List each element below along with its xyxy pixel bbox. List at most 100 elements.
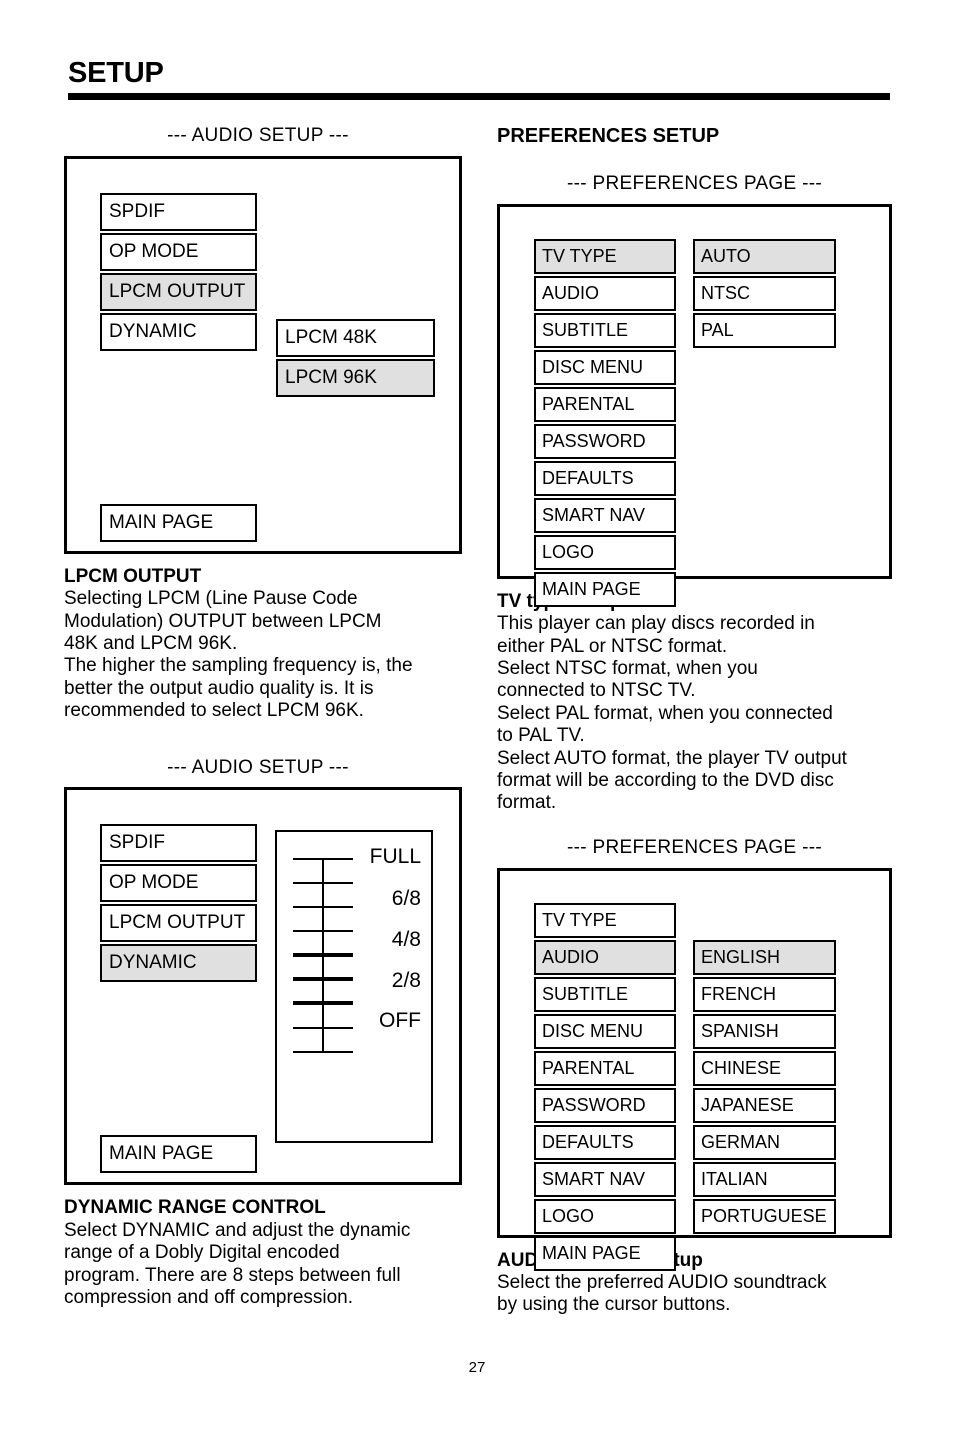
pref-option-french[interactable]: FRENCH	[693, 976, 836, 1012]
slider-label-6-8: 6/8	[391, 887, 421, 911]
pref-item-label: PARENTAL	[542, 1057, 635, 1078]
pref-option-german[interactable]: GERMAN	[693, 1124, 836, 1160]
lpcm-output-description: LPCM OUTPUT Selecting LPCM (Line Pause C…	[64, 566, 462, 723]
pref-option-auto[interactable]: AUTO	[693, 238, 836, 274]
preferences-1-left-menu: TV TYPE AUDIO SUBTITLE DISC MENU PARENTA…	[534, 238, 676, 609]
slider-tick-4	[293, 930, 353, 933]
menu-item-op-mode[interactable]: OP MODE	[100, 232, 257, 271]
menu-item-op-mode[interactable]: OP MODE	[100, 864, 257, 903]
pref-item-label: SUBTITLE	[542, 983, 629, 1004]
pref-item-disc-menu[interactable]: DISC MENU	[534, 1013, 676, 1049]
slider-tick-2	[293, 882, 353, 885]
menu-item-spdif[interactable]: SPDIF	[100, 192, 257, 231]
pref-item-smart-nav[interactable]: SMART NAV	[534, 1161, 676, 1197]
slider-label-off: OFF	[379, 1009, 421, 1033]
pref-item-logo[interactable]: LOGO	[534, 1198, 676, 1234]
pref-option-label: AUTO	[701, 245, 751, 266]
pref-item-label: SMART NAV	[542, 504, 646, 525]
tv-type-text: This player can play discs recorded in e…	[497, 613, 847, 814]
dynamic-range-heading: DYNAMIC RANGE CONTROL	[64, 1197, 326, 1219]
pref-option-spanish[interactable]: SPANISH	[693, 1013, 836, 1049]
pref-item-password[interactable]: PASSWORD	[534, 1087, 676, 1123]
main-page-button[interactable]: MAIN PAGE	[100, 1135, 257, 1174]
pref-item-smart-nav[interactable]: SMART NAV	[534, 497, 676, 533]
pref-option-japanese[interactable]: JAPANESE	[693, 1087, 836, 1123]
pref-item-label: DISC MENU	[542, 356, 644, 377]
pref-item-parental[interactable]: PARENTAL	[534, 386, 676, 422]
pref-item-label: SMART NAV	[542, 1168, 646, 1189]
dynamic-range-slider-panel: FULL 6/8 4/8 2/8 OFF	[275, 830, 433, 1144]
pref-item-label: TV TYPE	[542, 909, 617, 930]
pref-item-label: AUDIO	[542, 946, 600, 967]
menu-item-dynamic[interactable]: DYNAMIC	[100, 312, 257, 351]
menu-item-label: DYNAMIC	[109, 952, 197, 974]
menu-item-lpcm-48k[interactable]: LPCM 48K	[276, 318, 435, 357]
preferences-2-right-menu: ENGLISH FRENCH SPANISH CHINESE JAPANESE …	[693, 939, 836, 1236]
left-column: --- AUDIO SETUP --- SPDIF OP MODE LPCM O…	[64, 125, 462, 1309]
pref-item-tv-type[interactable]: TV TYPE	[534, 238, 676, 274]
tv-type-description: TV type setup This player can play discs…	[497, 591, 892, 815]
page-header: SETUP	[68, 58, 890, 101]
audio-setup-2-caption: --- AUDIO SETUP ---	[167, 756, 349, 778]
pref-item-subtitle[interactable]: SUBTITLE	[534, 312, 676, 348]
pref-item-main-page[interactable]: MAIN PAGE	[534, 1235, 676, 1271]
pref-option-ntsc[interactable]: NTSC	[693, 275, 836, 311]
pref-item-label: TV TYPE	[542, 245, 617, 266]
menu-item-lpcm-output[interactable]: LPCM OUTPUT	[100, 904, 257, 943]
page-number: 27	[468, 1359, 486, 1376]
menu-item-spdif[interactable]: SPDIF	[100, 824, 257, 863]
pref-option-english[interactable]: ENGLISH	[693, 939, 836, 975]
pref-item-defaults[interactable]: DEFAULTS	[534, 1124, 676, 1160]
pref-item-parental[interactable]: PARENTAL	[534, 1050, 676, 1086]
audio-setup-1-caption: --- AUDIO SETUP ---	[167, 125, 349, 146]
pref-item-tv-type[interactable]: TV TYPE	[534, 902, 676, 938]
pref-item-label: PARENTAL	[542, 393, 635, 414]
preferences-setup-heading: PREFERENCES SETUP	[497, 125, 720, 147]
menu-item-lpcm-output[interactable]: LPCM OUTPUT	[100, 272, 257, 311]
right-column: PREFERENCES SETUP --- PREFERENCES PAGE -…	[497, 125, 892, 1317]
pref-item-main-page[interactable]: MAIN PAGE	[534, 571, 676, 607]
lpcm-output-text: Selecting LPCM (Line Pause Code Modulati…	[64, 588, 413, 722]
main-page-button[interactable]: MAIN PAGE	[100, 503, 257, 542]
audio-setup-screen-2: SPDIF OP MODE LPCM OUTPUT DYNAMIC FULL 6…	[64, 787, 462, 1186]
pref-option-portuguese[interactable]: PORTUGUESE	[693, 1198, 836, 1234]
slider-tick-1	[293, 858, 353, 861]
pref-item-label: DEFAULTS	[542, 467, 634, 488]
menu-item-lpcm-96k[interactable]: LPCM 96K	[276, 358, 435, 397]
dynamic-range-text: Select DYNAMIC and adjust the dynamic ra…	[64, 1219, 411, 1309]
slider-tick-3	[293, 906, 353, 909]
menu-item-label: OP MODE	[109, 240, 199, 262]
pref-option-chinese[interactable]: CHINESE	[693, 1050, 836, 1086]
pref-option-italian[interactable]: ITALIAN	[693, 1161, 836, 1197]
pref-item-audio[interactable]: AUDIO	[534, 939, 676, 975]
pref-option-label: CHINESE	[701, 1057, 782, 1078]
audio-setup-2-left-menu: SPDIF OP MODE LPCM OUTPUT DYNAMIC	[100, 824, 257, 984]
pref-item-password[interactable]: PASSWORD	[534, 423, 676, 459]
menu-item-label: LPCM OUTPUT	[109, 280, 246, 302]
pref-item-label: SUBTITLE	[542, 319, 629, 340]
pref-item-label: PASSWORD	[542, 1094, 646, 1115]
audio-setup-screen-1: SPDIF OP MODE LPCM OUTPUT DYNAMIC LPCM 4…	[64, 155, 462, 554]
lpcm-output-heading: LPCM OUTPUT	[64, 565, 202, 587]
slider-tick-7	[293, 1001, 353, 1006]
slider-tick-8	[293, 1027, 353, 1030]
pref-item-subtitle[interactable]: SUBTITLE	[534, 976, 676, 1012]
preferences-screen-1: TV TYPE AUDIO SUBTITLE DISC MENU PARENTA…	[497, 203, 892, 607]
pref-item-label: AUDIO	[542, 282, 600, 303]
menu-item-label: SPDIF	[109, 832, 165, 854]
slider-tick-6	[293, 977, 353, 982]
pref-item-logo[interactable]: LOGO	[534, 534, 676, 570]
pref-item-audio[interactable]: AUDIO	[534, 275, 676, 311]
slider-label-4-8: 4/8	[391, 928, 421, 952]
menu-item-dynamic[interactable]: DYNAMIC	[100, 944, 257, 983]
pref-item-defaults[interactable]: DEFAULTS	[534, 460, 676, 496]
pref-option-label: NTSC	[701, 282, 750, 303]
pref-option-pal[interactable]: PAL	[693, 312, 836, 348]
dynamic-range-slider[interactable]	[293, 858, 353, 1054]
main-page-label: MAIN PAGE	[109, 511, 214, 533]
pref-item-disc-menu[interactable]: DISC MENU	[534, 349, 676, 385]
pref-item-label: LOGO	[542, 541, 595, 562]
preferences-screen-2: TV TYPE AUDIO SUBTITLE DISC MENU PARENTA…	[497, 867, 892, 1271]
